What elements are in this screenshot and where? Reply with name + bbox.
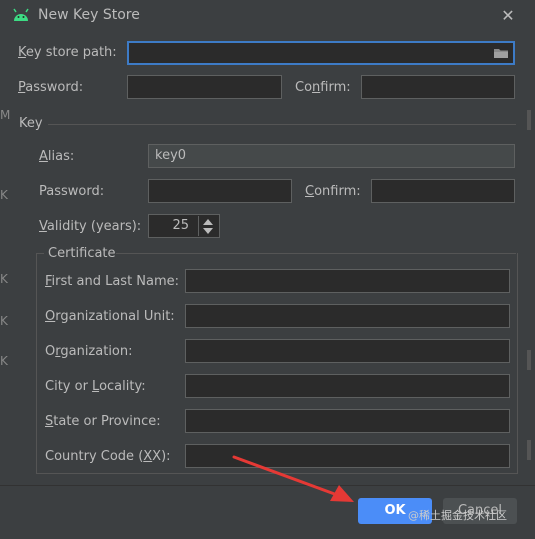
new-key-store-dialog: M K K K K New Key Store ✕ Key store path…: [0, 0, 535, 539]
annotation-arrow: [232, 455, 354, 502]
